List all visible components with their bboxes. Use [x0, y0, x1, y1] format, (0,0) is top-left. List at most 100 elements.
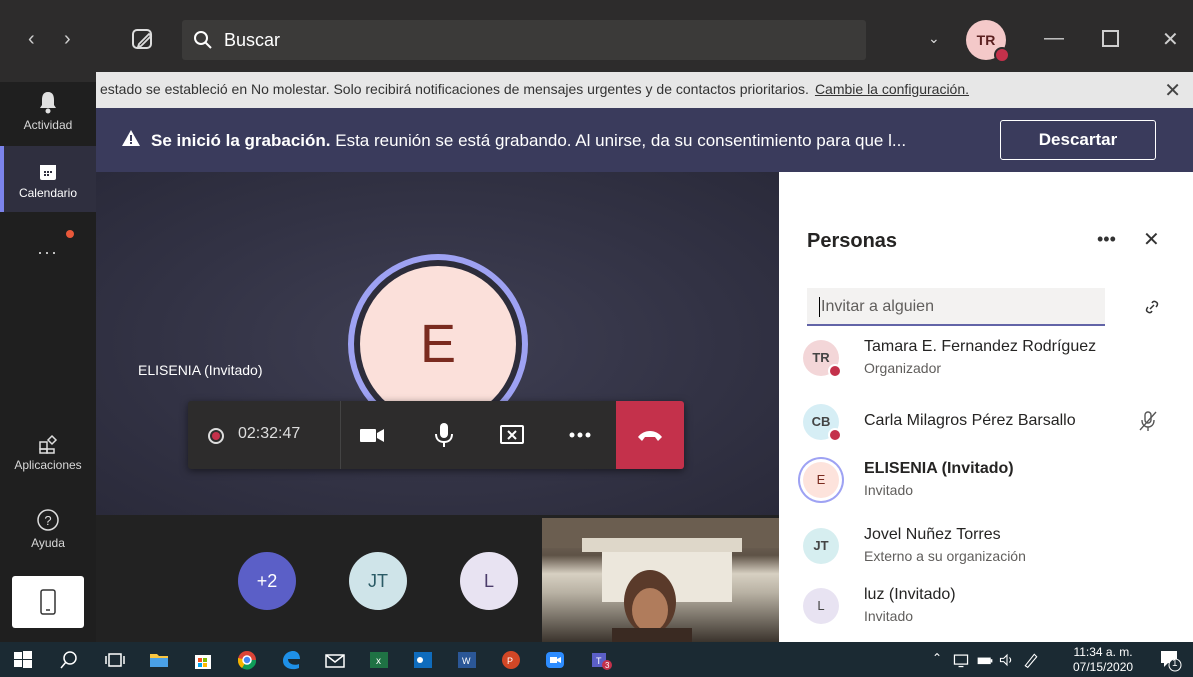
- recording-timer: 02:32:47: [188, 401, 341, 469]
- rail-item-label: Calendario: [18, 186, 78, 200]
- taskbar-search-icon[interactable]: [58, 649, 80, 671]
- svg-text:P: P: [507, 656, 513, 666]
- teams-icon[interactable]: T 3: [590, 649, 612, 671]
- people-panel: Personas ••• ✕ Invitar a alguien TR Tama…: [779, 172, 1193, 642]
- title-bar: ‹ › Buscar ⌄ TR — ✕: [0, 0, 1193, 82]
- notification-dot: [66, 230, 74, 238]
- invite-input[interactable]: Invitar a alguien: [807, 288, 1105, 326]
- rail-item-label: Aplicaciones: [14, 458, 82, 472]
- change-settings-link[interactable]: Cambie la configuración.: [815, 81, 969, 97]
- zoom-icon[interactable]: [544, 649, 566, 671]
- participant-name: Tamara E. Fernandez Rodríguez: [864, 338, 1097, 355]
- outlook-icon[interactable]: [412, 649, 434, 671]
- notifications-icon: [1161, 651, 1182, 672]
- dismiss-button[interactable]: Descartar: [1000, 120, 1156, 160]
- chrome-icon[interactable]: [236, 649, 258, 671]
- search-placeholder: Buscar: [224, 30, 281, 50]
- rail-item-more[interactable]: ...: [0, 228, 96, 268]
- word-icon[interactable]: W: [456, 649, 478, 671]
- rail-item-apps[interactable]: Aplicaciones: [0, 434, 96, 484]
- windows-taskbar: x W P T 3 ⌃ 11:34 a. m. 07/15/2020 1: [0, 642, 1193, 677]
- share-screen-icon[interactable]: [498, 421, 526, 449]
- clock-date: 07/15/2020: [1073, 660, 1134, 674]
- back-arrow-icon[interactable]: ‹: [28, 28, 35, 51]
- participant-role: Invitado: [864, 608, 914, 624]
- windows-start-icon[interactable]: [12, 649, 34, 671]
- recording-title: Se inició la grabación.: [151, 131, 331, 150]
- rail-item-help[interactable]: ? Ayuda: [0, 508, 96, 558]
- excel-icon[interactable]: x: [368, 649, 390, 671]
- minimize-icon[interactable]: —: [1044, 27, 1064, 50]
- mic-muted-icon: [1139, 411, 1157, 431]
- banner-text: estado se estableció en No molestar. Sol…: [100, 81, 809, 97]
- participant-row[interactable]: L luz (Invitado) Invitado: [803, 582, 1183, 634]
- avatar-initials: L: [817, 598, 825, 613]
- camera-icon[interactable]: [358, 421, 386, 449]
- participant-row[interactable]: E ELISENIA (Invitado) Invitado: [803, 456, 1183, 508]
- avatar-initials: TR: [812, 350, 830, 365]
- store-icon[interactable]: [192, 649, 214, 671]
- participant-avatar: L: [803, 588, 839, 624]
- call-controls: 02:32:47: [188, 401, 684, 469]
- participant-role: Externo a su organización: [864, 548, 1026, 564]
- chevron-down-icon[interactable]: ⌄: [928, 30, 940, 47]
- system-clock[interactable]: 11:34 a. m. 07/15/2020: [1073, 645, 1133, 675]
- recording-message: Esta reunión se está grabando. Al unirse…: [335, 131, 907, 150]
- participant-role: Invitado: [864, 482, 914, 498]
- mail-icon[interactable]: [324, 649, 346, 671]
- participant-row[interactable]: JT Jovel Nuñez Torres Externo a su organ…: [803, 522, 1183, 574]
- search-icon: [194, 31, 212, 49]
- more-options-icon[interactable]: •••: [1097, 229, 1116, 250]
- forward-arrow-icon[interactable]: ›: [64, 28, 71, 51]
- more-options-icon: ...: [37, 238, 59, 258]
- battery-icon[interactable]: [976, 649, 994, 671]
- participant-avatar: JT: [803, 528, 839, 564]
- action-center-icon[interactable]: 1: [1158, 648, 1182, 672]
- participant-avatar: TR: [803, 340, 842, 378]
- app-rail: Actividad Calendario ... Aplicaciones ? …: [0, 82, 96, 642]
- participant-name: Carla Milagros Pérez Barsallo: [864, 412, 1076, 429]
- rail-item-calendar[interactable]: Calendario: [0, 146, 96, 212]
- copy-link-icon[interactable]: [1143, 298, 1161, 316]
- participant-avatar[interactable]: L: [460, 552, 518, 610]
- participant-avatar: E: [803, 462, 839, 498]
- svg-text:3: 3: [605, 661, 610, 670]
- maximize-icon[interactable]: [1102, 30, 1119, 47]
- powerpoint-icon[interactable]: P: [500, 649, 522, 671]
- file-explorer-icon[interactable]: [148, 649, 170, 671]
- close-banner-icon[interactable]: ✕: [1164, 78, 1181, 103]
- tray-chevron-icon[interactable]: ⌃: [932, 651, 942, 665]
- task-view-icon[interactable]: [104, 649, 126, 671]
- rail-item-label: Ayuda: [31, 536, 65, 550]
- network-icon[interactable]: [952, 649, 970, 671]
- participant-avatar[interactable]: JT: [349, 552, 407, 610]
- new-chat-icon[interactable]: [130, 27, 156, 53]
- participant-row[interactable]: CB Carla Milagros Pérez Barsallo: [803, 398, 1183, 450]
- microphone-icon[interactable]: [430, 421, 458, 449]
- speaker-name: ELISENIA (Invitado): [138, 362, 263, 378]
- rail-item-activity[interactable]: Actividad: [0, 86, 96, 150]
- more-participants-badge[interactable]: +2: [238, 552, 296, 610]
- do-not-disturb-banner: estado se estableció en No molestar. Sol…: [96, 72, 1193, 108]
- avatar-initials: CB: [811, 414, 831, 429]
- call-duration: 02:32:47: [238, 425, 301, 442]
- apps-icon: [39, 434, 58, 454]
- participant-avatar: CB: [803, 404, 842, 442]
- busy-status: [828, 428, 842, 442]
- volume-icon[interactable]: [998, 649, 1016, 671]
- mobile-app-button[interactable]: [12, 576, 84, 628]
- close-panel-icon[interactable]: ✕: [1143, 227, 1160, 252]
- more-actions-icon[interactable]: [566, 421, 594, 449]
- phone-icon: [40, 589, 56, 615]
- hang-up-button[interactable]: [616, 401, 684, 469]
- svg-text:x: x: [376, 656, 381, 667]
- pen-icon[interactable]: [1022, 649, 1040, 671]
- user-avatar[interactable]: TR: [966, 20, 1010, 63]
- bell-icon: [40, 92, 56, 114]
- participant-row[interactable]: TR Tamara E. Fernandez Rodríguez Organiz…: [803, 334, 1183, 386]
- close-icon[interactable]: ✕: [1162, 27, 1179, 52]
- svg-text:W: W: [462, 656, 471, 666]
- edge-icon[interactable]: [280, 649, 302, 671]
- search-input[interactable]: Buscar: [182, 20, 866, 60]
- invite-placeholder: Invitar a alguien: [821, 298, 934, 315]
